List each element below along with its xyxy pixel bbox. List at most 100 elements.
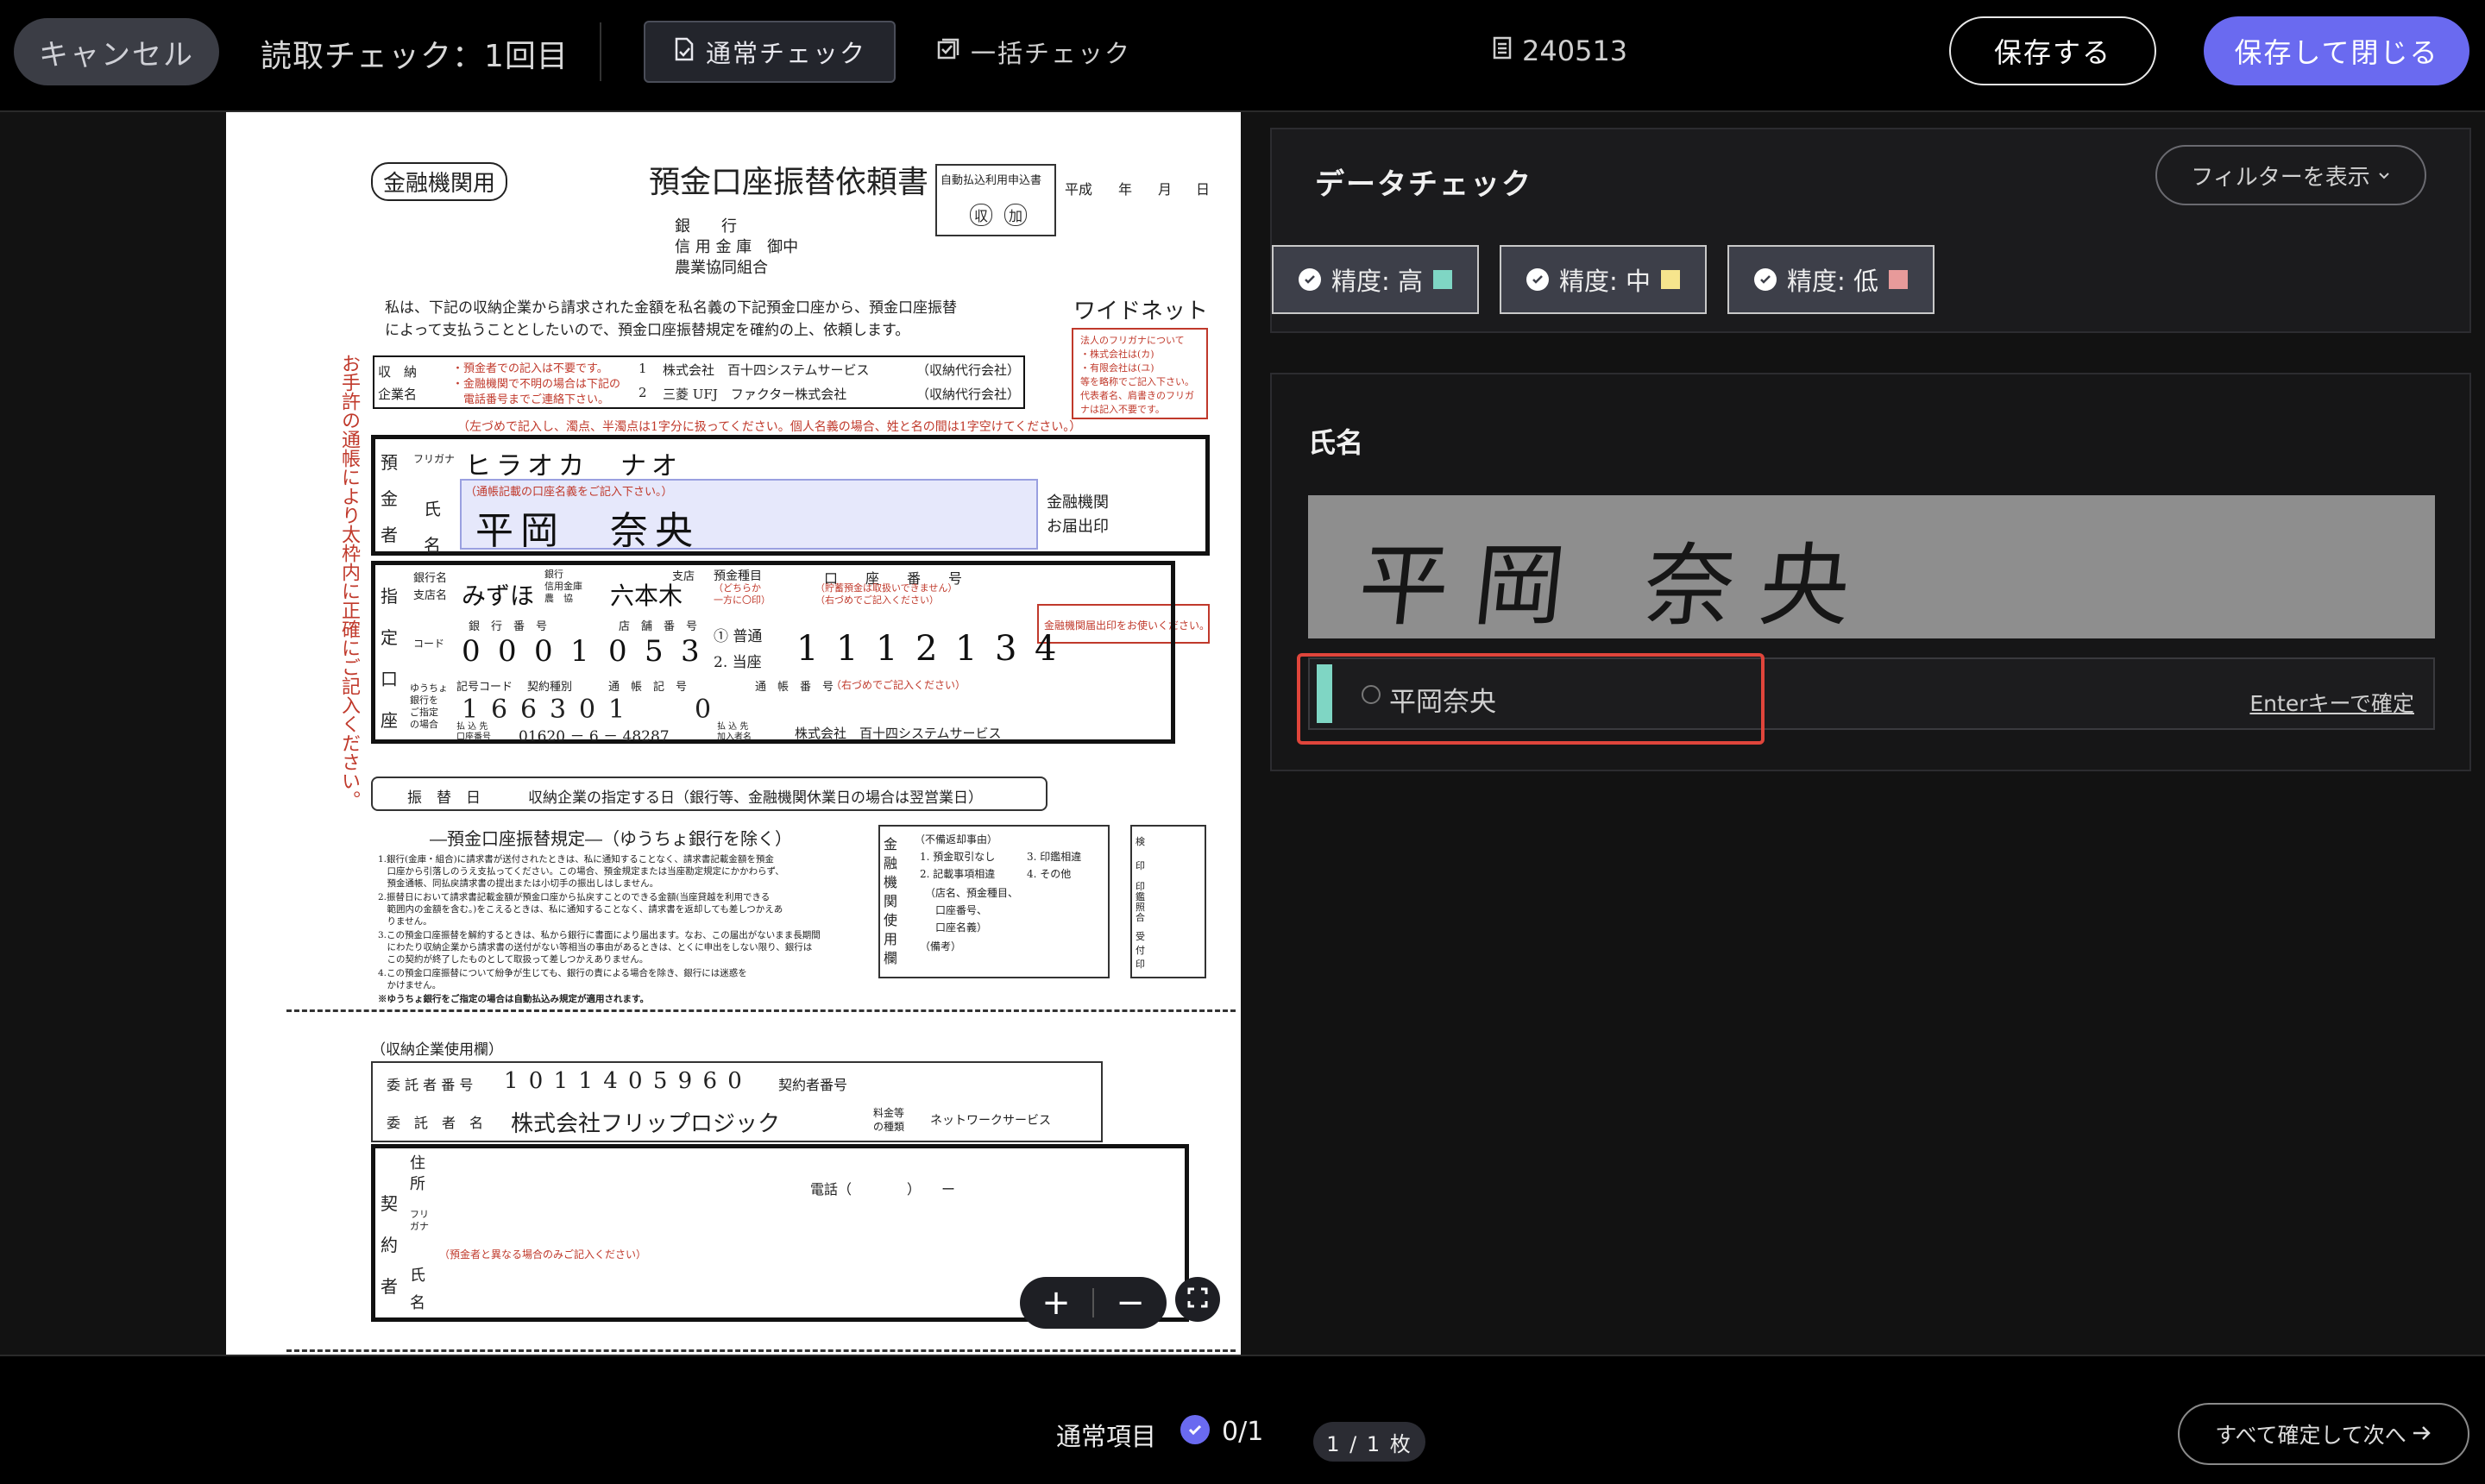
autopay-mark-2: 加 <box>1004 204 1028 226</box>
check-icon <box>1754 268 1777 291</box>
contractor-no-label: 契約者番号 <box>778 1077 848 1093</box>
save-button[interactable]: 保存する <box>1949 16 2156 85</box>
bank-type-3: 農業協同組合 <box>675 259 768 277</box>
company-role-1: （収納代行会社） <box>916 362 1021 378</box>
chip-label: 精度: 高 <box>1331 267 1423 296</box>
document-title: 預金口座振替依頼書 <box>649 165 929 200</box>
contractor-label: 契 約 者 <box>381 1193 398 1297</box>
accuracy-filters: 精度: 高 精度: 中 精度: 低 <box>1270 238 2471 333</box>
panel-title: データチェック <box>1315 167 1532 202</box>
bottom-bar: 通常項目 0/1 1 / 1 枚 すべて確定して次へ <box>0 1355 2485 1484</box>
corp-note-1: 法人のフリガナについて <box>1080 335 1185 346</box>
rules-title: ―預金口座振替規定―（ゆうちょ銀行を除く） <box>430 828 792 849</box>
contractor-furigana-label: フリ ガナ <box>410 1209 429 1232</box>
return-reason-4: 4. その他 <box>1027 868 1072 880</box>
intro-line-1: 私は、下記の収納企業から請求された金額を私名義の下記預金口座から、預金口座振替 <box>385 299 957 317</box>
depositor-label: 預 金 者 <box>381 452 398 545</box>
divider <box>600 22 601 81</box>
stamp-boxes: 検 印 印 鑑 照 合 受 付 印 <box>1130 825 1206 978</box>
fee-type-label: 料金等 の種類 <box>873 1107 905 1133</box>
name-note: （通帳記載の口座名義をご記入下さい。） <box>465 486 673 499</box>
company-name-1: 株式会社 百十四システムサービス <box>663 362 870 378</box>
bank-no-digit-3: 0 <box>534 634 553 669</box>
tab-bulk-check[interactable]: 一括チェック <box>936 21 1131 83</box>
zoom-out-button[interactable]: − <box>1094 1283 1167 1323</box>
stamp-label-3: 受 付 印 <box>1136 931 1145 970</box>
zoom-in-button[interactable]: + <box>1020 1283 1092 1323</box>
arrow-right-icon <box>2412 1422 2432 1447</box>
return-reason-1: 1. 預金取引なし <box>920 851 996 863</box>
stamp-label-2: 印 鑑 照 合 <box>1136 881 1145 923</box>
account-digit-6: 3 <box>995 629 1017 669</box>
consignor-box: 委 託 者 番 号 1 0 1 1 4 0 5 9 6 0 契約者番号 委 託 … <box>371 1061 1103 1142</box>
filter-label: フィルターを表示 <box>2191 164 2370 191</box>
account-digit-3: 1 <box>876 629 898 669</box>
chevron-down-icon <box>2377 162 2391 188</box>
autopay-label: 自動払込利用申込書 <box>941 174 1042 187</box>
crop-handwriting: 平岡 奈央 <box>1353 533 1882 638</box>
bank-use-box: 金 融 機 関 使 用 欄 （不備返却事由） 1. 預金取引なし 3. 印鑑相違… <box>878 825 1110 978</box>
rule-line-6: りません。 <box>378 916 432 927</box>
filter-button[interactable]: フィルターを表示 <box>2155 145 2426 205</box>
chip-accuracy-low[interactable]: 精度: 低 <box>1727 245 1935 314</box>
branch-no-digit-2: 5 <box>645 634 664 669</box>
confirm-all-next-button[interactable]: すべて確定して次へ <box>2178 1403 2469 1465</box>
company-name-2: 三菱 UFJ ファクター株式会社 <box>663 387 847 402</box>
return-reason-7: 口座名義） <box>925 921 988 934</box>
account-digit-7: 4 <box>1035 629 1057 669</box>
transfer-day-label: 振 替 日 <box>407 789 481 807</box>
cancel-button[interactable]: キャンセル <box>14 18 219 85</box>
bank-no-label: 銀 行 番 号 <box>469 620 548 633</box>
rule-line-11: かけません。 <box>378 980 442 990</box>
company-header: 収 納 企業名 <box>378 364 418 402</box>
return-reasons-title: （不備返却事由） <box>915 833 998 846</box>
rule-line-2: 口座から引落しのうえ支払ってください。この場合、預金規定または当座勘定規定にかか… <box>378 866 784 877</box>
corp-notes-box: 法人のフリガナについて ・株式会社は(カ) ・有限会社は(ユ) 等を略称でご記入… <box>1072 328 1208 419</box>
color-swatch <box>1889 270 1908 289</box>
consignor-no-value: 1 0 1 1 4 0 5 9 6 0 <box>504 1068 744 1094</box>
autopay-mark-1: 収 <box>970 204 993 226</box>
kana-instruction: （左づめで記入し、濁点、半濁点は1字分に扱ってください。個人名義の場合、姓と名の… <box>457 420 1082 434</box>
branch-no-digit-3: 3 <box>681 634 700 669</box>
date-era: 平成 <box>1065 181 1093 198</box>
corp-note-6: ナは記入不要です。 <box>1080 404 1165 415</box>
company-note-3: 電話番号までご連絡下さい。 <box>452 393 610 406</box>
check-icon <box>1526 268 1549 291</box>
tab-normal-check[interactable]: 通常チェック <box>644 21 896 83</box>
enter-confirm-link[interactable]: Enterキーで確定 <box>2249 687 2414 718</box>
zoom-controls: + − <box>1020 1277 1167 1329</box>
vertical-note: お手許の通帳により太枠内に正確にご記入ください。 <box>338 354 360 809</box>
fullscreen-button[interactable] <box>1175 1277 1220 1322</box>
page-title: 読取チェック：1回目 <box>261 39 569 74</box>
date-month: 月 <box>1158 181 1173 198</box>
consignor-no-label: 委 託 者 番 号 <box>387 1077 474 1093</box>
name-label: 氏 名 <box>424 499 441 556</box>
rule-line-3: 預金通帳、同払戻請求書の提出または小切手の振出しはしません。 <box>378 878 659 889</box>
bank-seal-label: 金融機関 お届出印 <box>1047 494 1109 536</box>
item-type-label: 通常項目 <box>1056 1422 1157 1451</box>
deposit-type-1: ① 普通 <box>714 628 763 645</box>
chip-accuracy-medium[interactable]: 精度: 中 <box>1500 245 1707 314</box>
account-box: 指 定 口 座 銀行名 支店名 みずほ 銀行 信用金庫 農 協 六本木 支店 預… <box>371 561 1175 745</box>
yucho-label: ゆうちょ 銀行を ご指定 の場合 <box>410 682 448 730</box>
symbol-digit-5: 0 <box>579 695 596 725</box>
account-label: 指 定 口 座 <box>381 586 398 731</box>
branch-no-digit-1: 0 <box>608 634 627 669</box>
widenet-label: ワイドネット <box>1073 299 1209 324</box>
chip-accuracy-high[interactable]: 精度: 高 <box>1272 245 1479 314</box>
passbook-number-label: 通 帳 番 号 <box>755 681 834 694</box>
autopay-box: 自動払込利用申込書 収 加 <box>935 164 1056 236</box>
account-digit-5: 1 <box>955 629 978 669</box>
payee-account-label: 払 込 先 口座番号 <box>456 722 491 742</box>
save-and-close-button[interactable]: 保存して閉じる <box>2204 16 2469 85</box>
data-check-header: データチェック フィルターを表示 <box>1270 128 2471 238</box>
page-indicator: 1 / 1 枚 <box>1313 1422 1425 1462</box>
chip-label: 精度: 低 <box>1787 267 1878 296</box>
chip-label: 精度: 中 <box>1559 267 1651 296</box>
date-day: 日 <box>1196 181 1211 198</box>
payee-member-label: 払 込 先 加入者名 <box>717 722 752 742</box>
furigana-label: フリガナ <box>413 453 456 465</box>
branch-no-label: 店 舗 番 号 <box>619 620 698 633</box>
company-no-2: 2 <box>639 385 647 400</box>
company-role-2: （収納代行会社） <box>916 387 1021 402</box>
